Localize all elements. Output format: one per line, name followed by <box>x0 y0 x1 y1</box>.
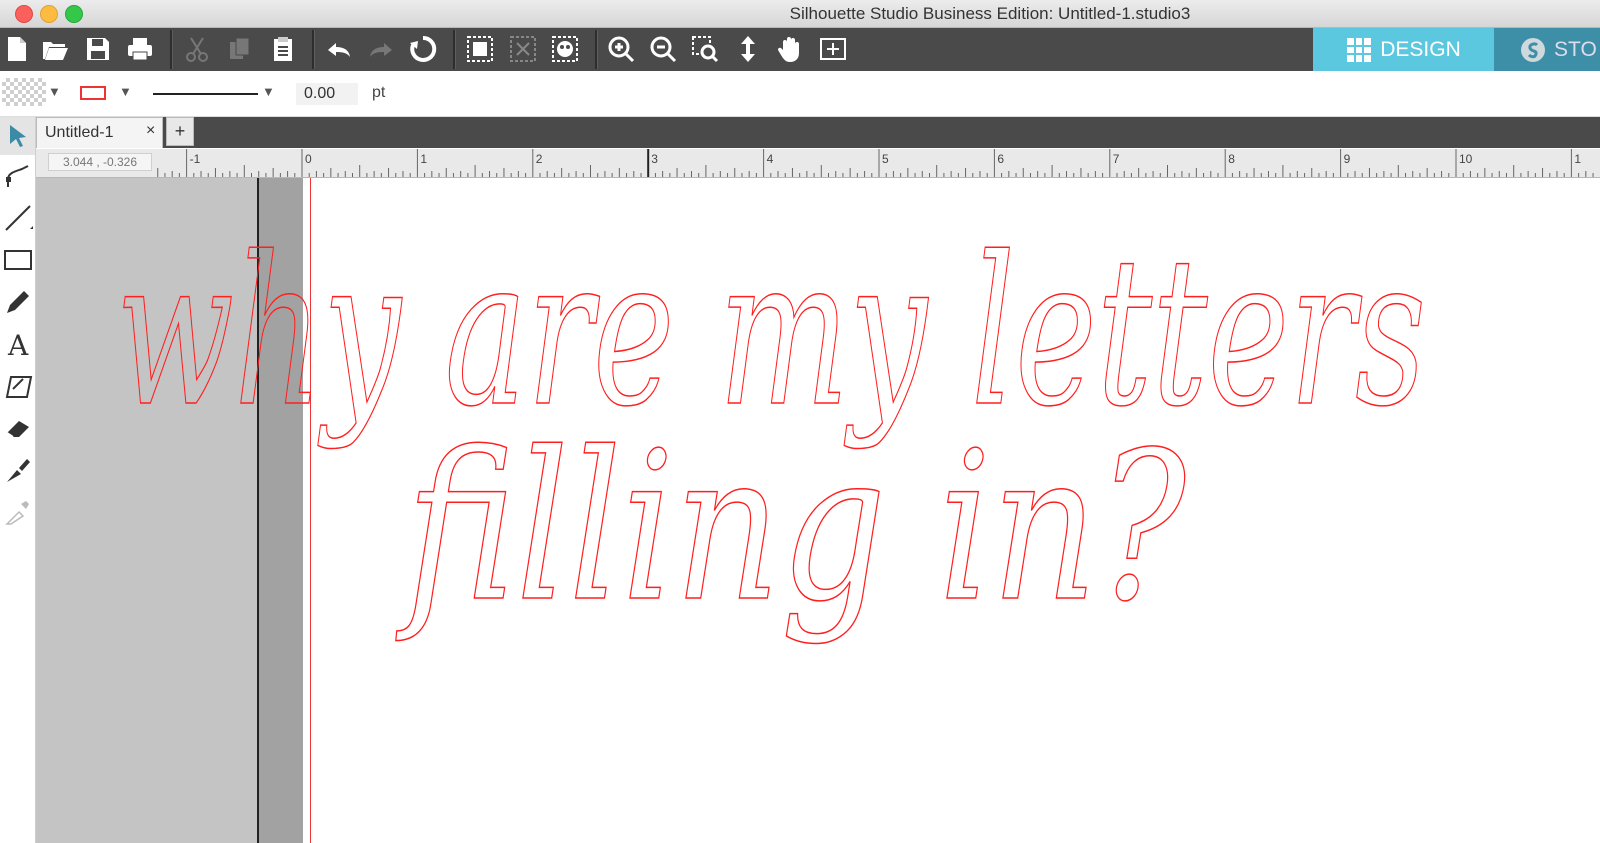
line-width-field[interactable]: 0.00 <box>296 83 358 105</box>
tab-untitled-1[interactable]: Untitled-1 <box>36 117 163 148</box>
store-tab-label: STO <box>1554 37 1597 61</box>
cursor-coordinates: 3.044 , -0.326 <box>48 153 152 171</box>
rectangle-tool-icon[interactable] <box>0 241 35 279</box>
main-toolbar: DESIGN STO <box>0 28 1600 71</box>
eraser-tool-icon[interactable] <box>0 409 35 447</box>
compound-path-icon[interactable] <box>550 34 580 64</box>
ruler-label: 10 <box>1459 152 1473 166</box>
outline-text-line-2[interactable]: filling in? <box>395 408 1188 648</box>
grid-icon <box>1347 37 1372 62</box>
ruler-ticks: -1 0 1 2 3 4 5 6 7 8 9 10 1 <box>157 149 1594 177</box>
fit-to-page-icon[interactable] <box>818 34 848 64</box>
ruler-label: 0 <box>305 152 312 166</box>
close-tab-icon[interactable]: × <box>146 122 155 140</box>
document-tab-bar: Untitled-1 × + <box>36 117 1600 148</box>
text-style-tool-icon[interactable] <box>0 367 35 405</box>
ruler-label: -1 <box>190 152 201 166</box>
title-bar: Silhouette Studio Business Edition: Unti… <box>0 0 1600 28</box>
line-tool-icon[interactable] <box>0 199 35 237</box>
silhouette-logo-icon <box>1521 37 1545 62</box>
design-tab-label: DESIGN <box>1380 37 1461 61</box>
open-folder-icon[interactable] <box>40 34 70 64</box>
undo-icon[interactable] <box>324 34 354 64</box>
paste-icon[interactable] <box>268 34 298 64</box>
cut-icon[interactable] <box>182 34 212 64</box>
line-style-dropdown-icon[interactable]: ▼ <box>262 84 275 99</box>
window-title: Silhouette Studio Business Edition: Unti… <box>789 4 1191 23</box>
ruler-label: 9 <box>1344 152 1351 166</box>
replicate-icon[interactable] <box>408 34 438 64</box>
ruler-label: 2 <box>536 152 543 166</box>
design-tab[interactable]: DESIGN <box>1313 28 1494 71</box>
line-style-preview[interactable] <box>153 93 258 95</box>
line-color-dropdown-icon[interactable]: ▼ <box>119 84 132 99</box>
ruler-label: 3 <box>651 152 658 166</box>
ruler-label: 1 <box>420 152 427 166</box>
text-tool-icon[interactable]: A <box>0 325 35 363</box>
redo-icon[interactable] <box>366 34 396 64</box>
zoom-in-icon[interactable] <box>606 34 636 64</box>
pencil-tool-icon[interactable] <box>0 283 35 321</box>
tab-label: Untitled-1 <box>45 124 114 141</box>
knife-tool-icon[interactable] <box>0 451 35 489</box>
svg-text:A: A <box>7 329 29 359</box>
ruler-label: 6 <box>997 152 1004 166</box>
line-width-unit: pt <box>372 84 386 101</box>
tools-panel: A <box>0 117 36 843</box>
print-icon[interactable] <box>125 34 155 64</box>
fill-dropdown-icon[interactable]: ▼ <box>48 84 61 99</box>
edit-points-tool-icon[interactable] <box>0 157 35 195</box>
new-file-icon[interactable] <box>2 34 32 64</box>
ruler-label: 5 <box>882 152 889 166</box>
hand-icon[interactable] <box>775 34 805 64</box>
ungroup-icon[interactable] <box>508 34 538 64</box>
copy-icon[interactable] <box>225 34 255 64</box>
ruler-label: 8 <box>1228 152 1235 166</box>
pan-move-icon[interactable] <box>733 34 763 64</box>
eyedropper-tool-icon[interactable] <box>0 493 35 531</box>
design-canvas[interactable]: why are my letters filling in? <box>36 178 1600 843</box>
ruler-label: 1 <box>1574 152 1581 166</box>
save-icon[interactable] <box>83 34 113 64</box>
select-tool-icon[interactable] <box>0 117 35 155</box>
horizontal-ruler: -1 0 1 2 3 4 5 6 7 8 9 10 1 3.044 , -0.326 <box>36 149 1600 178</box>
zoom-out-icon[interactable] <box>648 34 678 64</box>
property-bar: ▼ ▼ ▼ 0.00 pt <box>0 72 1600 117</box>
group-icon[interactable] <box>465 34 495 64</box>
ruler-label: 4 <box>767 152 774 166</box>
add-tab-button[interactable]: + <box>166 117 194 146</box>
line-color-swatch[interactable] <box>80 86 106 100</box>
text-outline-layer[interactable]: why are my letters filling in? <box>36 178 1600 843</box>
ruler-label: 7 <box>1113 152 1120 166</box>
zoom-select-icon[interactable] <box>690 34 720 64</box>
store-tab[interactable]: STO <box>1494 28 1600 71</box>
fill-color-swatch[interactable] <box>2 78 46 106</box>
